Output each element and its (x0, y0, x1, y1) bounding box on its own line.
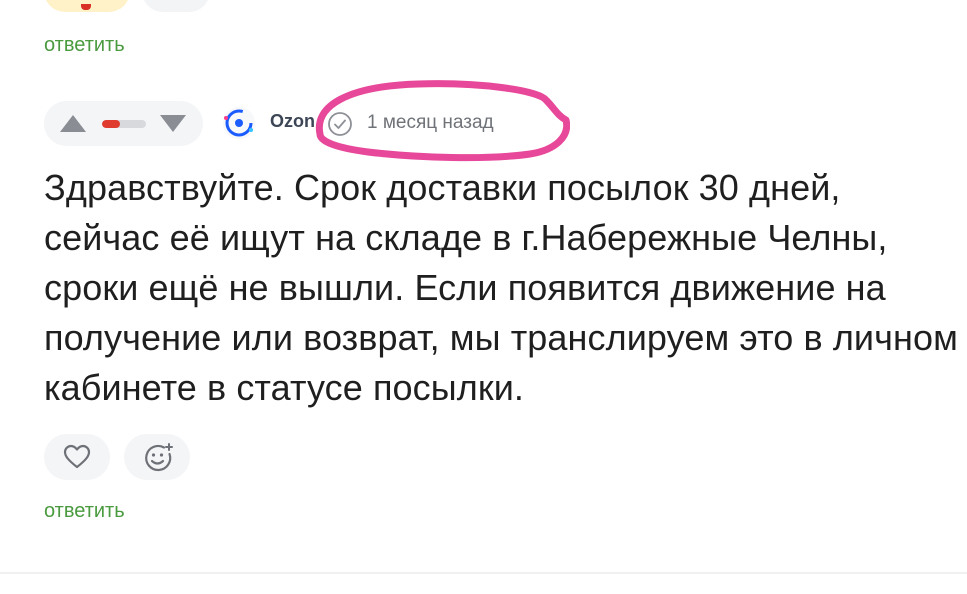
ozon-avatar-icon[interactable] (222, 106, 256, 140)
rating-bar (102, 120, 146, 128)
reply-link[interactable]: ответить (44, 500, 125, 523)
comment-text: Здравствуйте. Срок доставки посылок 30 д… (44, 167, 958, 408)
prev-emoji-button[interactable] (142, 0, 210, 12)
smiley-plus-icon (145, 443, 173, 472)
heart-icon (81, 4, 91, 10)
comment-timestamp: 1 месяц назад (367, 112, 494, 133)
upvote-icon[interactable] (60, 115, 86, 132)
add-reaction-button[interactable] (124, 434, 190, 480)
divider (0, 572, 967, 574)
prev-reply-link[interactable]: ответить (44, 34, 125, 57)
check-circle-icon (328, 112, 352, 136)
vote-widget (44, 101, 203, 146)
like-button[interactable] (44, 434, 110, 480)
rating-fill (102, 120, 120, 128)
downvote-icon[interactable] (160, 115, 186, 132)
author-name[interactable]: Ozon (270, 111, 316, 132)
prev-reaction-button[interactable] (44, 0, 130, 12)
heart-icon (63, 444, 91, 469)
